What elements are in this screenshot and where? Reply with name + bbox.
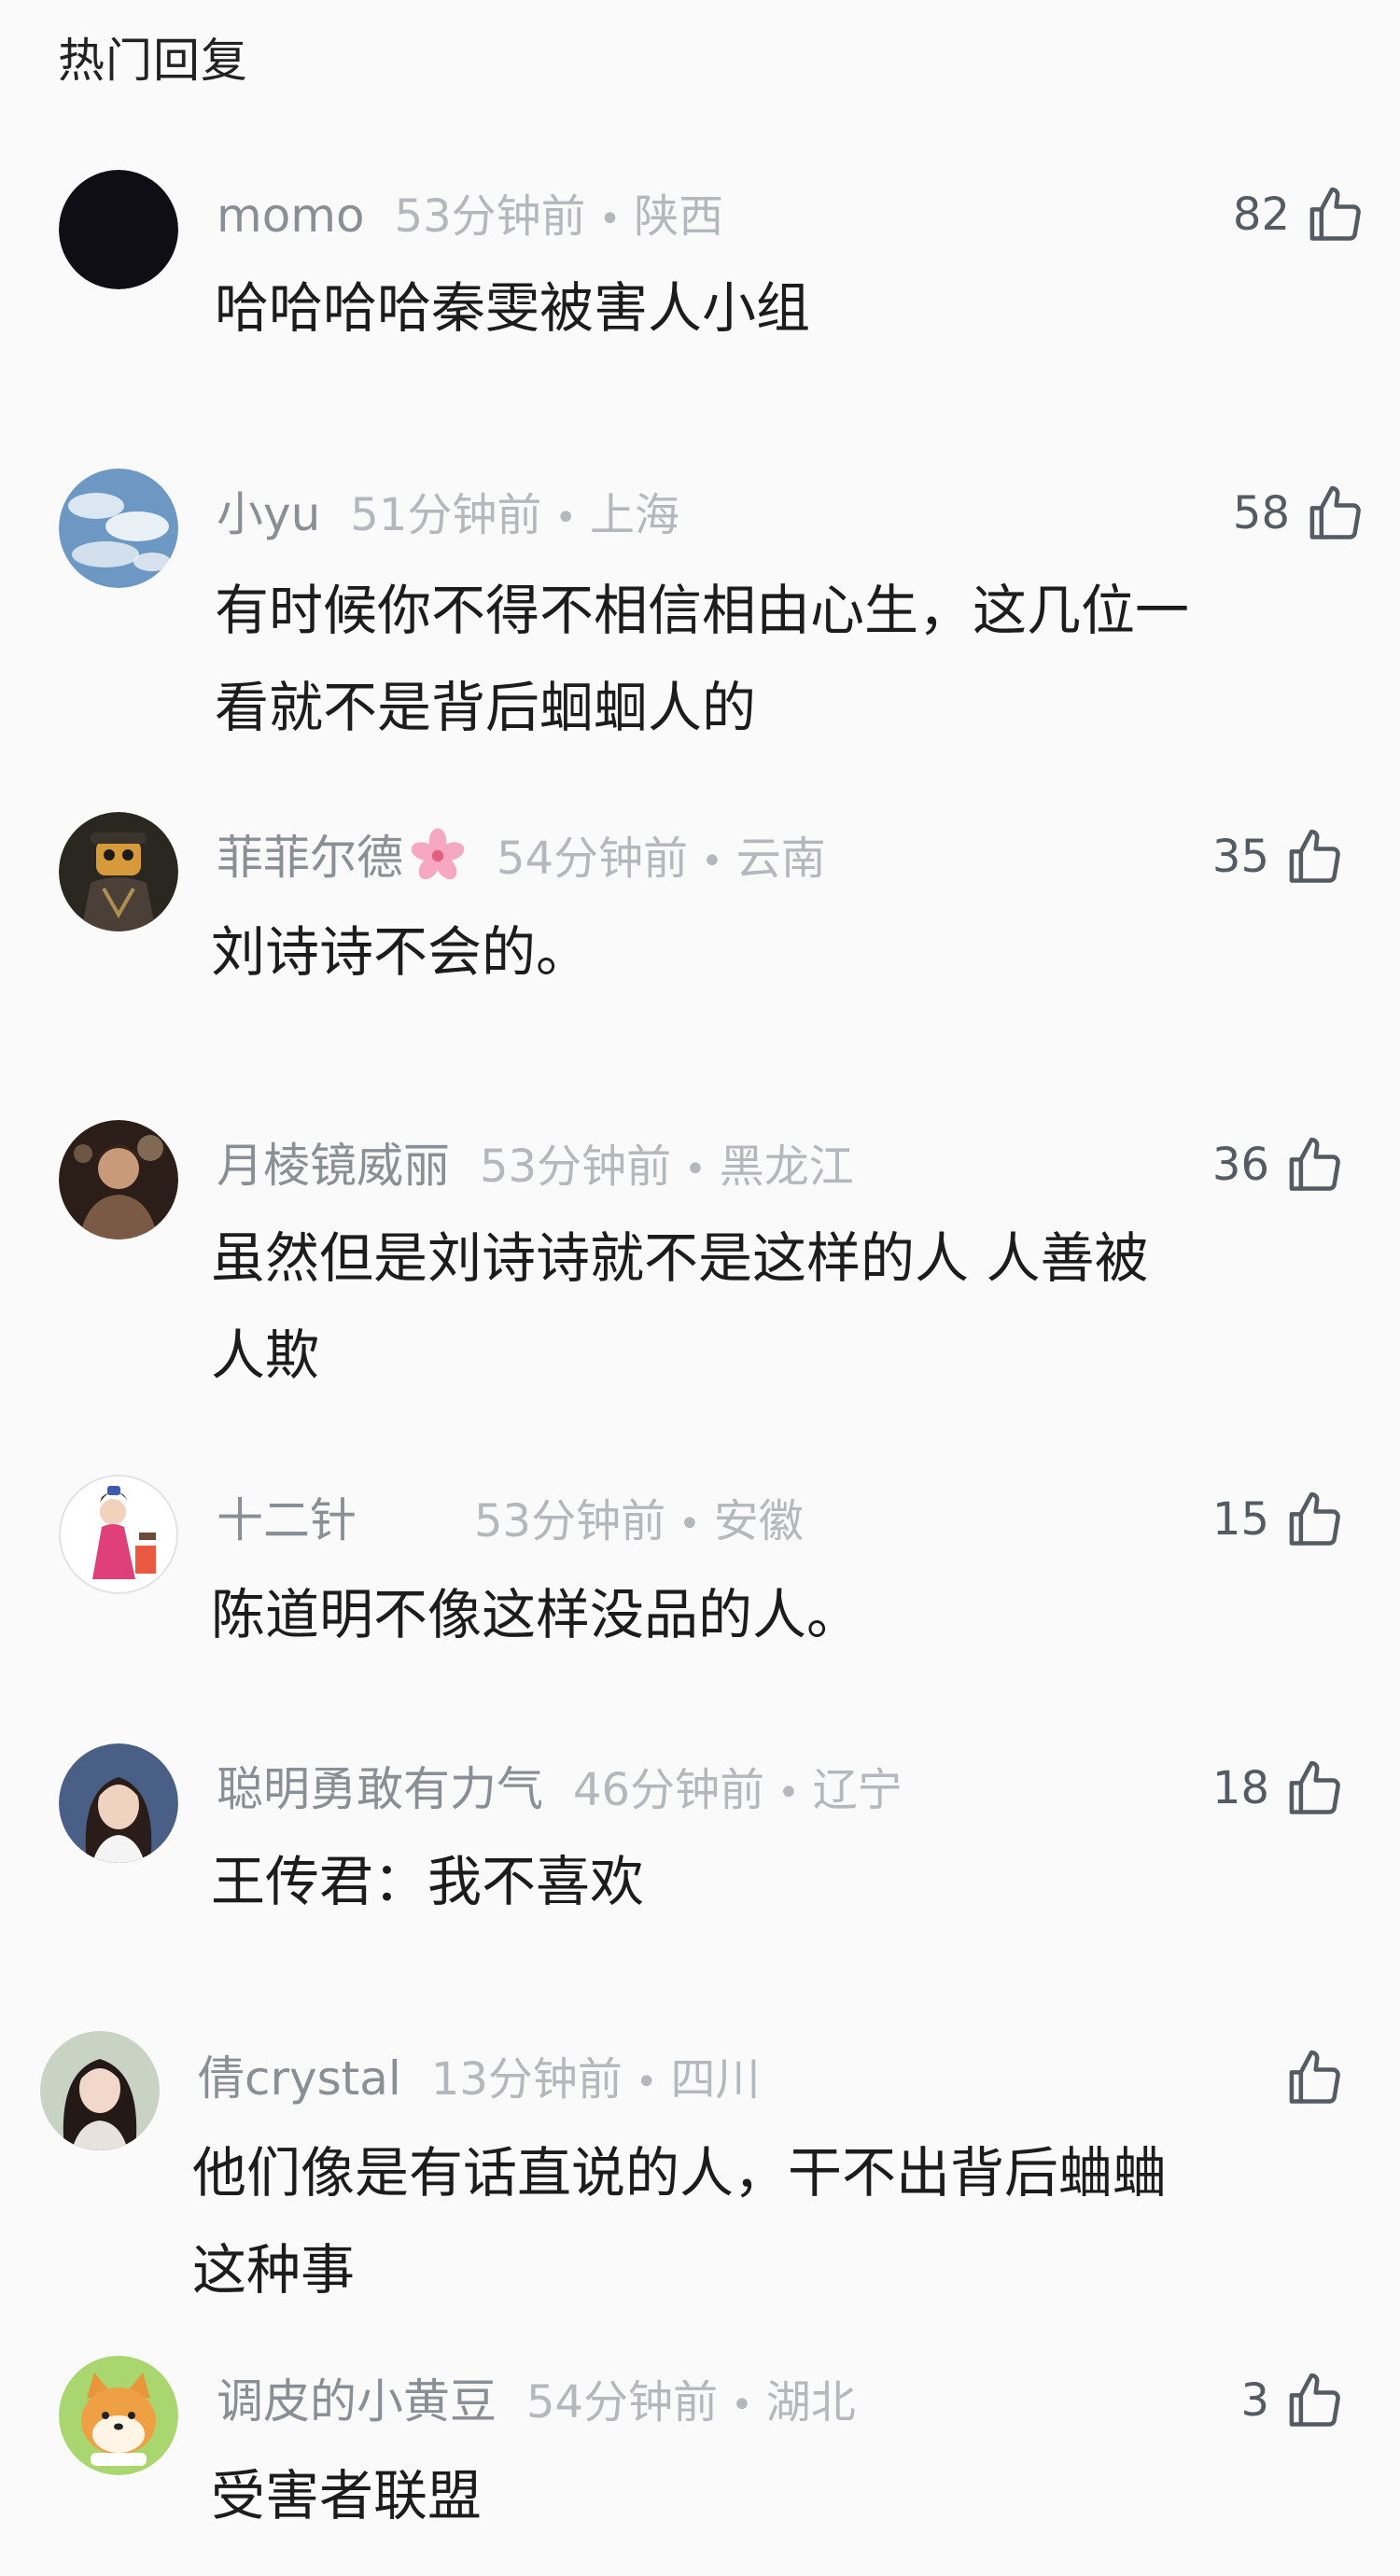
username[interactable]: 月棱镜威丽 (217, 1139, 450, 1193)
cherry-blossom-icon (411, 828, 465, 880)
separator-dot: • (679, 1503, 701, 1546)
location: 安徽 (713, 1495, 804, 1547)
username[interactable]: 十二针 (217, 1488, 444, 1553)
like-count: 3 (1240, 2374, 1269, 2427)
avatar[interactable] (59, 1475, 178, 1594)
content-line: 受害者联盟 (211, 2464, 483, 2527)
username[interactable]: 小yu (217, 487, 320, 541)
section-title: 热门回复 (58, 34, 248, 88)
content-line: 看就不是背后蛔蛔人的 (215, 676, 757, 739)
comment-content: 受害者联盟 (211, 2447, 482, 2544)
avatar[interactable] (59, 1743, 178, 1863)
thumbs-up-icon (1309, 187, 1361, 241)
timestamp: 54分钟前 (526, 2376, 719, 2429)
comment-content: 有时候你不得不相信相由心生，这几位一 看就不是背后蛔蛔人的 (215, 562, 1189, 756)
like-button[interactable]: 36 (1212, 1127, 1346, 1202)
location: 四川 (670, 2053, 761, 2106)
thumbs-up-icon (1289, 1137, 1340, 1191)
like-button[interactable] (1269, 2040, 1346, 2115)
location: 上海 (589, 489, 679, 541)
comment-content: 虽然但是刘诗诗就不是这样的人 人善被 人欺 (211, 1210, 1148, 1404)
comment-meta: 调皮的小黄豆 54分钟前 • 湖北 (217, 2369, 856, 2434)
content-line: 刘诗诗不会的。 (211, 920, 591, 984)
like-count: 58 (1232, 487, 1290, 539)
like-count: 15 (1211, 1493, 1269, 1546)
separator-dot: • (635, 2061, 658, 2104)
timestamp: 53分钟前 (480, 1141, 672, 1193)
timestamp: 13分钟前 (430, 2053, 623, 2106)
like-count: 18 (1211, 1762, 1269, 1814)
separator-dot: • (777, 1771, 800, 1814)
timestamp: 51分钟前 (350, 489, 542, 541)
comment-content: 刘诗诗不会的。 (211, 903, 590, 1001)
location: 黑龙江 (719, 1141, 854, 1193)
like-button[interactable]: 18 (1212, 1751, 1346, 1826)
content-line: 人欺 (211, 1323, 320, 1387)
like-count: 35 (1211, 831, 1269, 883)
comment-content: 他们像是有话直说的人，干不出背后蛐蛐 这种事 (192, 2124, 1167, 2318)
avatar[interactable] (59, 1120, 178, 1239)
timestamp: 46分钟前 (573, 1764, 765, 1816)
like-button[interactable]: 3 (1240, 2363, 1346, 2438)
location: 辽宁 (812, 1764, 903, 1816)
comment-meta: 小yu 51分钟前 • 上海 (217, 482, 679, 547)
thumbs-up-icon (1309, 485, 1361, 539)
like-count: 82 (1232, 189, 1290, 241)
timestamp: 54分钟前 (497, 833, 689, 885)
comment-meta: 月棱镜威丽 53分钟前 • 黑龙江 (217, 1133, 854, 1198)
separator-dot: • (598, 198, 622, 241)
avatar[interactable] (40, 2031, 160, 2150)
content-line: 陈道明不像这样没品的人。 (211, 1583, 861, 1646)
like-button[interactable]: 58 (1233, 476, 1366, 551)
comment-meta: 倩crystal 13分钟前 • 四川 (198, 2046, 761, 2111)
comment-meta: momo 53分钟前 • 陕西 (217, 183, 723, 248)
content-line: 虽然但是刘诗诗就不是这样的人 人善被 (211, 1226, 1149, 1290)
separator-dot: • (731, 2384, 753, 2427)
timestamp: 53分钟前 (474, 1495, 666, 1547)
content-line: 他们像是有话直说的人，干不出背后蛐蛐 (192, 2141, 1168, 2205)
avatar[interactable] (59, 2356, 178, 2475)
timestamp: 53分钟前 (394, 190, 586, 243)
thumbs-up-icon (1289, 1760, 1340, 1814)
thumbs-up-icon (1289, 2373, 1340, 2427)
hot-replies-page: 热门回复 momo 53分钟前 • 陕西 82 哈哈哈哈秦雯被害人小组 小yu … (0, 0, 1400, 2576)
thumbs-up-icon (1289, 1491, 1340, 1546)
avatar[interactable] (59, 469, 178, 588)
like-button[interactable]: 82 (1233, 177, 1366, 252)
comment-meta: 菲菲尔德 54分钟前 • 云南 (217, 825, 826, 890)
content-line: 有时候你不得不相信相由心生，这几位一 (215, 579, 1190, 642)
thumbs-up-icon (1289, 829, 1340, 883)
username[interactable]: 倩crystal (198, 2051, 401, 2106)
avatar[interactable] (59, 170, 178, 289)
comment-content: 哈哈哈哈秦雯被害人小组 (215, 259, 810, 357)
thumbs-up-icon (1289, 2050, 1340, 2104)
comment-meta: 聪明勇敢有力气 46分钟前 • 辽宁 (217, 1757, 903, 1822)
avatar[interactable] (59, 812, 178, 931)
content-line: 王传君：我不喜欢 (211, 1850, 645, 1913)
like-button[interactable]: 15 (1212, 1482, 1346, 1557)
content-line: 哈哈哈哈秦雯被害人小组 (215, 276, 811, 340)
username[interactable]: momo (217, 189, 365, 243)
location: 云南 (735, 833, 826, 885)
username[interactable]: 菲菲尔德 (217, 831, 403, 885)
like-count: 36 (1211, 1139, 1269, 1191)
comment-content: 王传君：我不喜欢 (211, 1833, 644, 1930)
location: 湖北 (765, 2376, 856, 2429)
username[interactable]: 调皮的小黄豆 (217, 2374, 497, 2429)
separator-dot: • (554, 497, 577, 539)
username[interactable]: 聪明勇敢有力气 (217, 1762, 543, 1816)
separator-dot: • (684, 1148, 707, 1191)
like-button[interactable]: 35 (1212, 819, 1346, 894)
separator-dot: • (701, 840, 723, 883)
comment-content: 陈道明不像这样没品的人。 (211, 1566, 861, 1663)
content-line: 这种事 (192, 2238, 356, 2302)
location: 陕西 (634, 190, 724, 243)
comment-meta: 十二针 53分钟前 • 安徽 (217, 1488, 804, 1553)
